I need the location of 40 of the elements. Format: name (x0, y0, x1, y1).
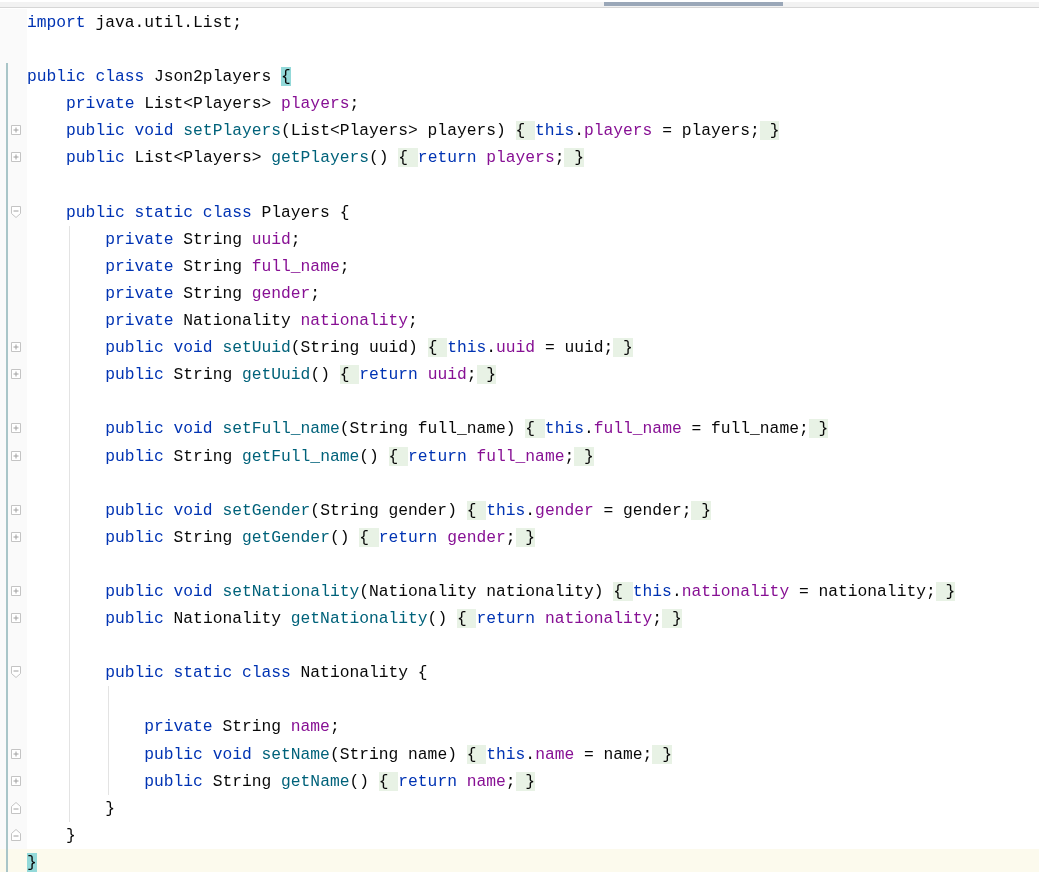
editor-line: } (65, 824, 77, 847)
expand-icon[interactable] (11, 151, 21, 164)
editor-line: public void setName(String name) { this.name = name; } (27, 740, 1039, 768)
editor-line: public String getUuid() { return uuid; } (27, 361, 1039, 389)
editor-line: private List<Players> players; (65, 93, 361, 116)
editor-line: private String uuid; (27, 225, 1039, 253)
editor-line: public static class Players { (65, 201, 351, 224)
editor-line: private String gender; (27, 279, 1039, 308)
expand-icon[interactable] (11, 612, 21, 625)
editor-line: public void setUuid(String uuid) { this.uuid = uuid; } (27, 334, 1039, 362)
editor-line: private String full_name; (27, 252, 1039, 280)
expand-icon[interactable] (11, 422, 21, 435)
editor-line: public void setNationality(Nationality nationality) { this.nationality = nationality; } (27, 577, 1039, 606)
expand-icon[interactable] (11, 530, 21, 543)
editor-line: public List<Players> getPlayers() { return players; } (65, 147, 585, 170)
collapse-icon[interactable] (11, 801, 21, 814)
collapse-icon[interactable] (11, 666, 21, 679)
expand-icon[interactable] (11, 774, 21, 787)
editor-line: public class Json2players { (27, 66, 292, 89)
expand-icon[interactable] (11, 341, 21, 354)
expand-icon[interactable] (11, 124, 21, 137)
expand-icon[interactable] (11, 584, 21, 597)
editor-line: public String getFull_name() { return full_name; } (27, 442, 1039, 470)
expand-icon[interactable] (11, 747, 21, 760)
expand-icon[interactable] (11, 503, 21, 516)
editor-line: public static class Nationality { (27, 659, 1039, 687)
editor-line: private String name; (27, 713, 1039, 741)
editor-line: import java.util.List; (27, 12, 243, 34)
editor-line: public String getGender() { return gender; } (27, 523, 1039, 551)
expand-icon[interactable] (11, 449, 21, 462)
collapse-icon[interactable] (11, 828, 21, 841)
editor-line: public void setGender(String gender) { this.gender = gender; } (27, 496, 1039, 524)
editor-line: public void setFull_name(String full_name) { this.full_name = full_name; } (27, 415, 1039, 443)
editor-line: public String getName() { return name; } (27, 767, 1039, 795)
editor-line: private Nationality nationality; (27, 307, 1039, 335)
editor-line: public Nationality getNationality() { return nationality; } (27, 605, 1039, 633)
editor-line: } (27, 794, 1039, 822)
collapse-icon[interactable] (11, 205, 21, 218)
editor-line: public void setPlayers(List<Players> players) { this.players = players; } (65, 120, 781, 143)
expand-icon[interactable] (11, 368, 21, 381)
